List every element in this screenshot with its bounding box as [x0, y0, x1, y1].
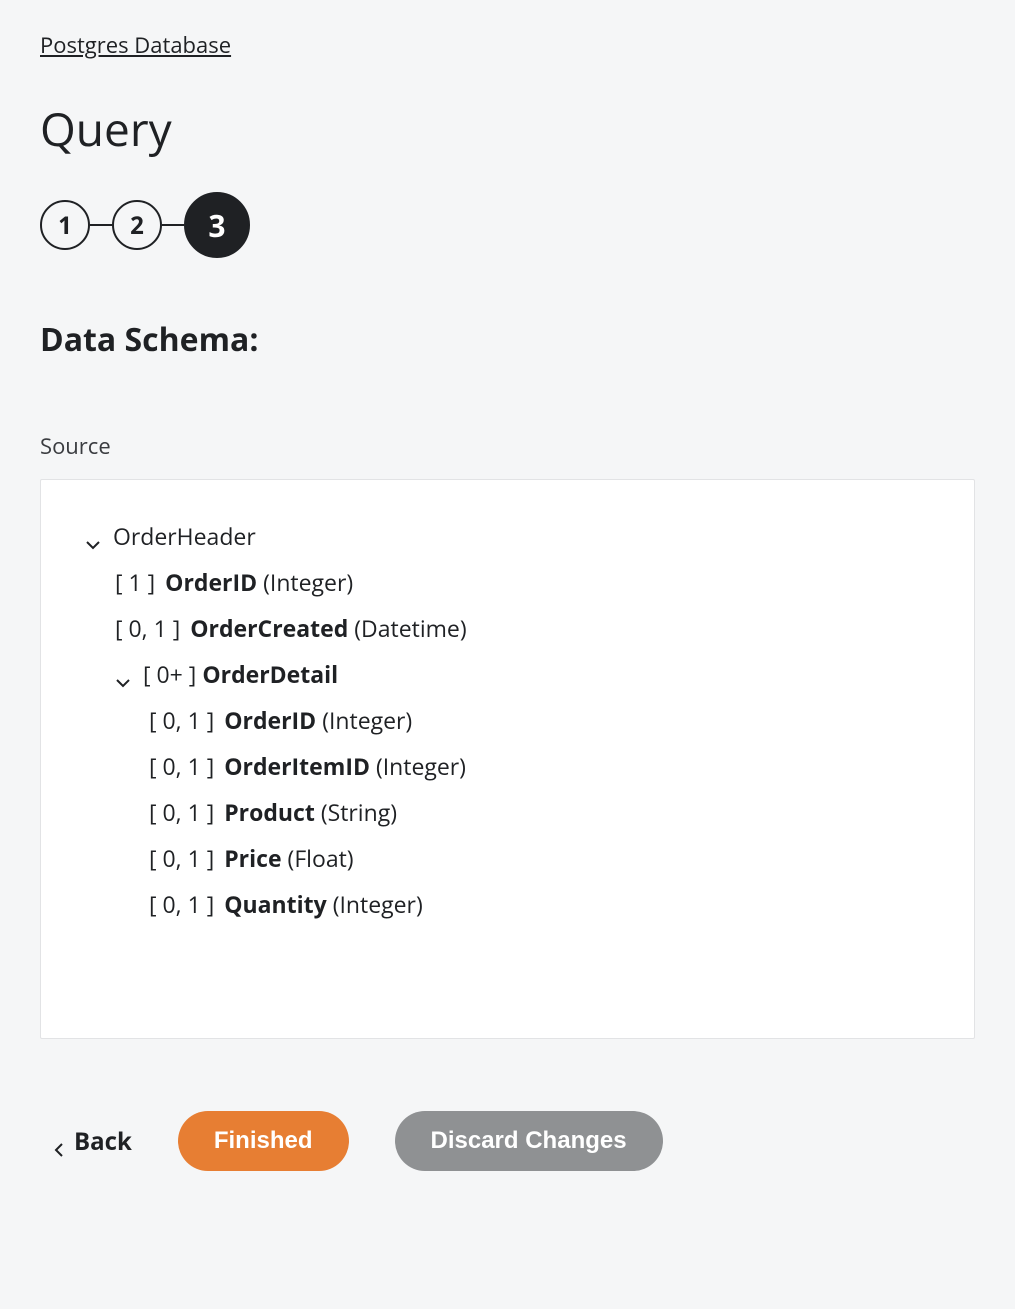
schema-field[interactable]: [ 0, 1 ] Price (Float)	[149, 842, 930, 874]
tree-node-orderdetail: [ 0+ ] OrderDetail [ 0, 1 ] OrderID (Int…	[115, 658, 930, 920]
chevron-down-icon	[85, 528, 101, 544]
field-name: OrderCreated	[190, 612, 348, 644]
tree-node-label: OrderHeader	[113, 520, 256, 552]
footer-actions: Back Finished Discard Changes	[40, 1111, 975, 1171]
field-name: Price	[224, 842, 281, 874]
step-connector	[90, 224, 112, 226]
step-1[interactable]: 1	[40, 200, 90, 250]
source-label: Source	[40, 431, 975, 461]
tree-node-header[interactable]: [ 0+ ] OrderDetail	[115, 658, 930, 690]
schema-tree: OrderHeader [ 1 ] OrderID (Integer) [ 0,…	[85, 520, 930, 920]
finished-button[interactable]: Finished	[178, 1111, 349, 1171]
chevron-down-icon	[115, 666, 131, 682]
field-type: (Integer)	[263, 566, 353, 598]
step-3[interactable]: 3	[184, 192, 250, 258]
tree-node-orderheader[interactable]: OrderHeader	[85, 520, 930, 552]
field-cardinality: [ 0, 1 ]	[149, 888, 214, 920]
back-label: Back	[74, 1125, 132, 1158]
field-name: OrderItemID	[224, 750, 370, 782]
breadcrumb[interactable]: Postgres Database	[40, 30, 231, 60]
section-heading: Data Schema:	[40, 318, 975, 361]
discard-changes-button[interactable]: Discard Changes	[395, 1111, 663, 1171]
field-type: (Float)	[288, 842, 354, 874]
field-type: (Integer)	[322, 704, 412, 736]
schema-field[interactable]: [ 0, 1 ] OrderCreated (Datetime)	[115, 612, 930, 644]
field-name: Product	[224, 796, 315, 828]
field-name: OrderID	[165, 566, 257, 598]
schema-panel: OrderHeader [ 1 ] OrderID (Integer) [ 0,…	[40, 479, 975, 1039]
schema-field[interactable]: [ 0, 1 ] OrderID (Integer)	[149, 704, 930, 736]
field-cardinality: [ 1 ]	[115, 566, 155, 598]
field-cardinality: [ 0, 1 ]	[149, 796, 214, 828]
schema-field[interactable]: [ 1 ] OrderID (Integer)	[115, 566, 930, 598]
field-name: Quantity	[224, 888, 327, 920]
page-title: Query	[40, 98, 975, 160]
field-type: (String)	[321, 796, 397, 828]
schema-field[interactable]: [ 0, 1 ] Product (String)	[149, 796, 930, 828]
back-button[interactable]: Back	[54, 1125, 132, 1158]
step-connector	[162, 224, 184, 226]
field-cardinality: [ 0, 1 ]	[149, 704, 214, 736]
step-2[interactable]: 2	[112, 200, 162, 250]
field-type: (Integer)	[376, 750, 466, 782]
field-cardinality: [ 0, 1 ]	[149, 750, 214, 782]
schema-field[interactable]: [ 0, 1 ] OrderItemID (Integer)	[149, 750, 930, 782]
tree-node-label: OrderDetail	[202, 658, 338, 690]
schema-field[interactable]: [ 0, 1 ] Quantity (Integer)	[149, 888, 930, 920]
field-cardinality: [ 0, 1 ]	[115, 612, 180, 644]
field-cardinality: [ 0, 1 ]	[149, 842, 214, 874]
field-name: OrderID	[224, 704, 316, 736]
stepper: 1 2 3	[40, 192, 975, 258]
chevron-left-icon	[54, 1133, 64, 1149]
field-type: (Integer)	[333, 888, 423, 920]
field-cardinality: [ 0+ ]	[143, 658, 196, 690]
field-type: (Datetime)	[354, 612, 466, 644]
